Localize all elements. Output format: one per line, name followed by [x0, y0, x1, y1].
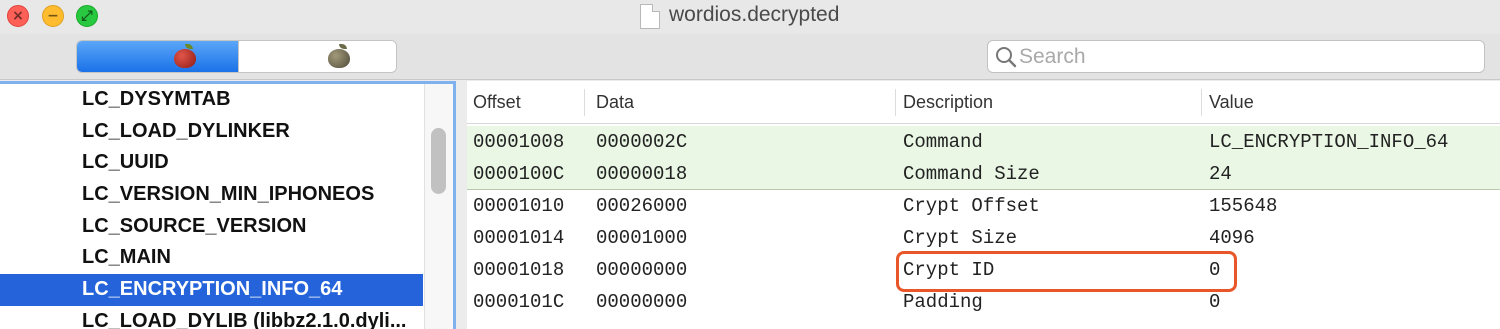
crypt-id-highlight-box: [896, 251, 1237, 292]
title-bar: × − ⤢ wordios.decrypted: [0, 0, 1500, 34]
cell-description: Command: [903, 131, 983, 153]
close-window-button[interactable]: ×: [7, 5, 29, 27]
search-field[interactable]: [987, 40, 1485, 73]
cell-data: 00000000: [596, 259, 688, 281]
cell-offset: 00001018: [473, 259, 565, 281]
sidebar-scrollbar[interactable]: [424, 84, 453, 329]
red-apple-icon: [174, 44, 196, 68]
sidebar-item[interactable]: LC_MAIN: [0, 242, 423, 274]
fullscreen-window-button[interactable]: ⤢: [76, 5, 98, 27]
column-divider: [584, 89, 585, 116]
gray-apple-icon: [328, 44, 350, 68]
cell-description: Command Size: [903, 163, 1040, 185]
column-divider: [895, 89, 896, 116]
search-input[interactable]: [1019, 43, 1469, 71]
cell-value: LC_ENCRYPTION_INFO_64: [1209, 131, 1449, 153]
sidebar-item[interactable]: LC_ENCRYPTION_INFO_64: [0, 274, 423, 306]
cell-offset: 0000100C: [473, 163, 565, 185]
cell-offset: 00001010: [473, 195, 565, 217]
fullscreen-icon: ⤢: [81, 8, 93, 24]
minimize-icon: −: [47, 8, 59, 24]
sidebar-item[interactable]: LC_SOURCE_VERSION: [0, 211, 423, 243]
cell-value: 24: [1209, 163, 1232, 185]
view-segmented-control: [76, 40, 397, 73]
cell-offset: 00001008: [473, 131, 565, 153]
sidebar-scrollbar-thumb[interactable]: [431, 128, 446, 194]
minimize-window-button[interactable]: −: [42, 5, 64, 27]
cell-offset: 0000101C: [473, 291, 565, 313]
table-row[interactable]: 00001008 0000002C Command LC_ENCRYPTION_INF…: [467, 126, 1500, 158]
red-apple-segment-button[interactable]: [77, 41, 238, 72]
table-row[interactable]: 0000100C 00000018 Command Size 24: [467, 158, 1500, 190]
sidebar-item[interactable]: LC_VERSION_MIN_IPHONEOS: [0, 179, 423, 211]
sidebar-item[interactable]: LC_LOAD_DYLINKER: [0, 116, 423, 148]
cell-description: Crypt Offset: [903, 195, 1040, 217]
cell-description: Crypt Size: [903, 227, 1018, 249]
close-icon: ×: [12, 8, 24, 24]
window-title: wordios.decrypted: [669, 3, 840, 26]
sidebar-item[interactable]: LC_LOAD_DYLIB (libbz2.1.0.dyli...: [0, 306, 423, 329]
cell-data: 00000000: [596, 291, 688, 313]
column-divider: [1201, 89, 1202, 116]
load-commands-sidebar: LC_DYSYMTAB LC_LOAD_DYLINKER LC_UUID LC_VER…: [0, 81, 456, 329]
column-header-value[interactable]: Value: [1209, 81, 1254, 124]
sidebar-item[interactable]: LC_UUID: [0, 147, 423, 179]
cell-data: 00001000: [596, 227, 688, 249]
cell-data: 0000002C: [596, 131, 688, 153]
table-header: Offset Data Description Value: [467, 81, 1500, 124]
gray-apple-segment-button[interactable]: [238, 41, 396, 72]
cell-data: 00026000: [596, 195, 688, 217]
splitter[interactable]: [456, 81, 467, 329]
column-header-data[interactable]: Data: [596, 81, 634, 124]
cell-value: 4096: [1209, 227, 1255, 249]
cell-offset: 00001014: [473, 227, 565, 249]
toolbar: [0, 34, 1500, 80]
cell-value: 155648: [1209, 195, 1278, 217]
column-header-description[interactable]: Description: [903, 81, 993, 124]
command-detail-table: Offset Data Description Value 00001008 00…: [456, 81, 1500, 329]
table-row[interactable]: 00001014 00001000 Crypt Size 4096: [467, 222, 1500, 254]
cell-data: 00000018: [596, 163, 688, 185]
sidebar-list: LC_DYSYMTAB LC_LOAD_DYLINKER LC_UUID LC_VER…: [0, 84, 423, 329]
column-header-offset[interactable]: Offset: [473, 81, 521, 124]
table-row[interactable]: 00001010 00026000 Crypt Offset 155648: [467, 190, 1500, 222]
search-icon: [996, 47, 1017, 68]
sidebar-item[interactable]: LC_DYSYMTAB: [0, 84, 423, 116]
document-icon: [640, 4, 660, 29]
